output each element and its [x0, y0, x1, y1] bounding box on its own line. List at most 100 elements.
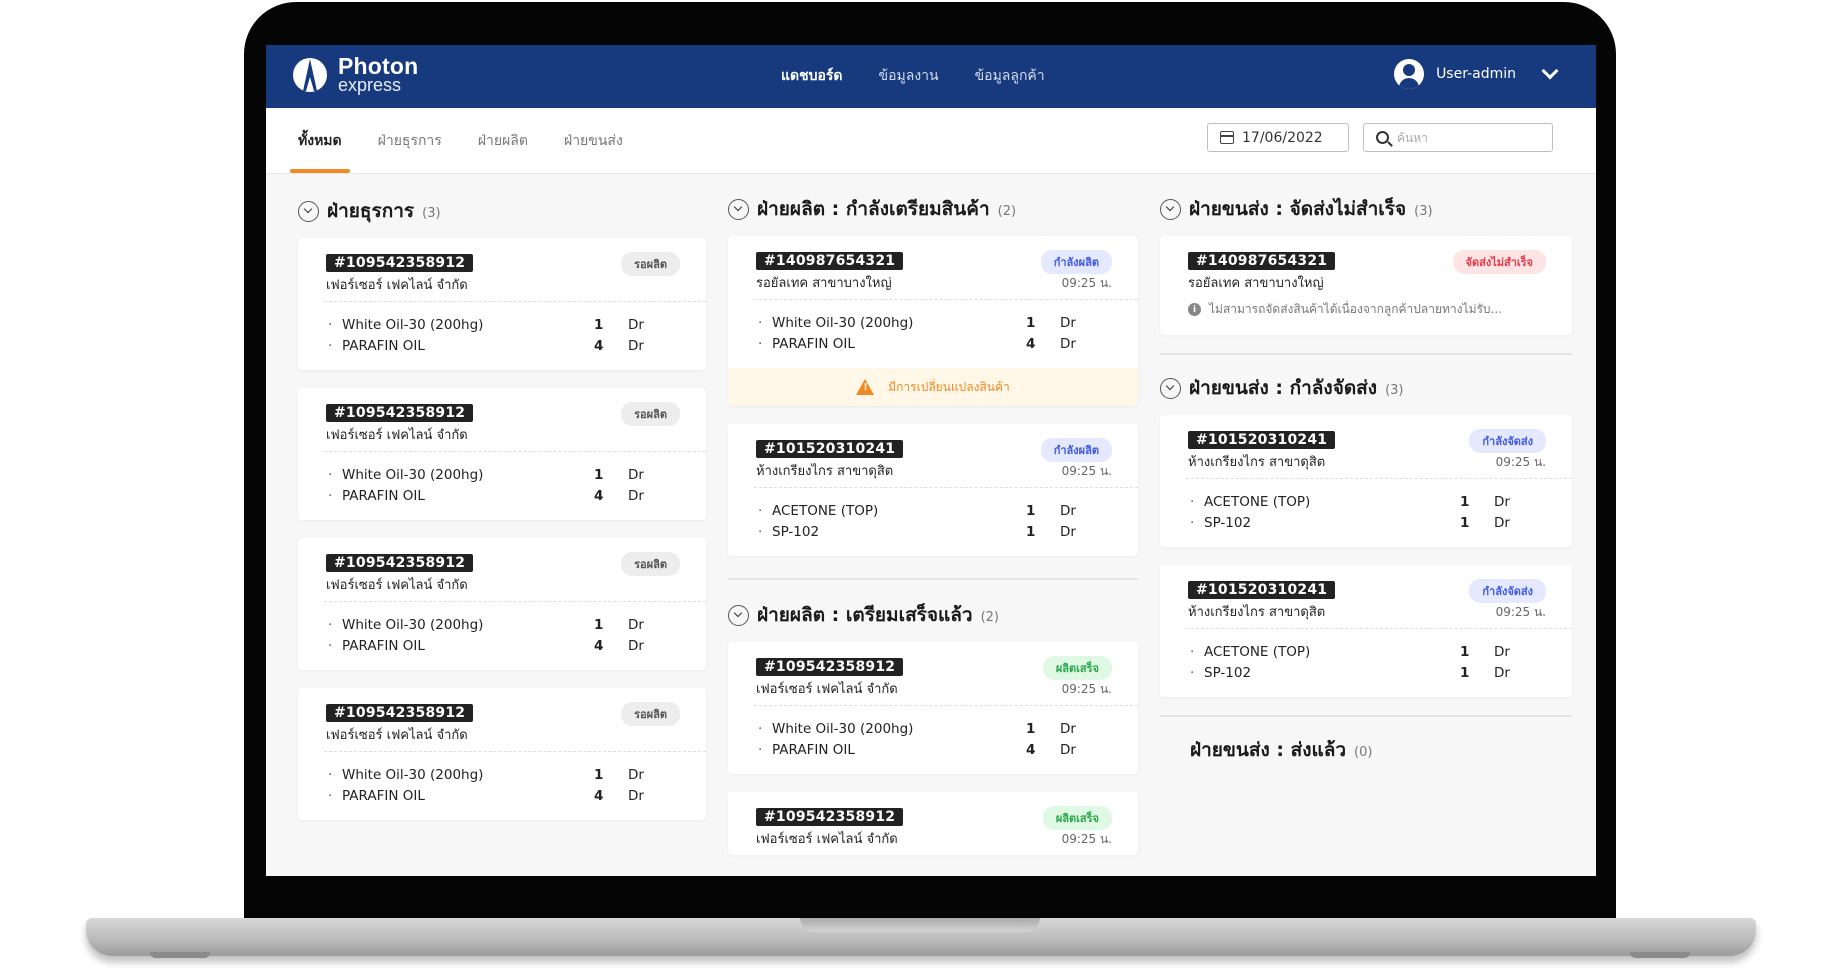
item-unit: Dr: [628, 487, 644, 504]
item-name: PARAFIN OIL: [342, 487, 425, 504]
bullet-icon: ·: [1190, 493, 1195, 510]
chevron-circle-down-icon[interactable]: [1160, 198, 1181, 220]
user-menu[interactable]: User-admin: [1394, 59, 1559, 89]
customer-name: รอยัลเทค สาขาบางใหญ่: [1188, 276, 1324, 291]
tab-all[interactable]: ทั้งหมด: [290, 108, 350, 173]
customer-name: เฟอร์เซอร์ เฟคไลน์ จำกัด: [326, 578, 468, 593]
item-row: · ACETONE (TOP) 1 Dr: [1190, 491, 1544, 512]
section-header[interactable]: ฝ่ายขนส่ง : ส่งแล้ว (0): [1160, 735, 1572, 765]
item-name: PARAFIN OIL: [342, 637, 425, 654]
bullet-icon: ·: [328, 466, 333, 483]
order-card[interactable]: #109542358912 เฟอร์เซอร์ เฟคไลน์ จำกัด รอผ…: [298, 388, 706, 520]
chevron-circle-down-icon[interactable]: [298, 200, 319, 222]
order-card[interactable]: #140987654321 รอยัลเทค สาขาบางใหญ่ กำลังผล…: [728, 236, 1138, 406]
user-name: User-admin: [1436, 66, 1516, 82]
order-card-header: #109542358912 เฟอร์เซอร์ เฟคไลน์ จำกัด รอผ…: [298, 388, 706, 451]
item-unit: Dr: [628, 466, 644, 483]
order-id: #140987654321: [1188, 252, 1336, 270]
order-time: 09:25 น.: [1061, 464, 1112, 478]
item-qty: 4: [594, 487, 604, 504]
item-name: ACETONE (TOP): [772, 502, 879, 519]
item-name: White Oil-30 (200hg): [342, 466, 484, 483]
order-card-header: #101520310241 ห้างเกรียงไกร สาขาดุสิต กำลั…: [1160, 565, 1572, 628]
status-badge: ผลิตเสร็จ: [1042, 806, 1112, 830]
item-qty: 1: [1460, 493, 1470, 510]
nav-link-customers[interactable]: ข้อมูลลูกค้า: [975, 65, 1045, 87]
brand-logo[interactable]: Photon express: [292, 55, 418, 94]
date-picker[interactable]: 17/06/2022: [1207, 123, 1349, 152]
search-box[interactable]: [1363, 123, 1553, 152]
order-card-header: #109542358912 เฟอร์เซอร์ เฟคไลน์ จำกัด รอผ…: [298, 238, 706, 301]
chevron-down-icon[interactable]: [1541, 62, 1559, 80]
nav-link-dashboard[interactable]: แดชบอร์ด: [781, 65, 843, 87]
calendar-icon: [1220, 131, 1234, 144]
section-divider: [1160, 715, 1572, 717]
chevron-circle-down-icon[interactable]: [1160, 377, 1181, 399]
order-card-header: #140987654321 รอยัลเทค สาขาบางใหญ่ กำลังผล…: [728, 236, 1138, 299]
customer-name: เฟอร์เซอร์ เฟคไลน์ จำกัด: [326, 278, 468, 293]
order-card[interactable]: #101520310241 ห้างเกรียงไกร สาขาดุสิต กำลั…: [728, 424, 1138, 556]
order-card[interactable]: #109542358912 เฟอร์เซอร์ เฟคไลน์ จำกัด ผลิ…: [728, 642, 1138, 774]
item-qty: 1: [1026, 314, 1036, 331]
order-id: #101520310241: [1188, 431, 1336, 449]
order-id: #101520310241: [1188, 581, 1336, 599]
bullet-icon: ·: [758, 314, 763, 331]
order-card[interactable]: #109542358912 เฟอร์เซอร์ เฟคไลน์ จำกัด ผลิ…: [728, 792, 1138, 855]
bullet-icon: ·: [758, 502, 763, 519]
order-card[interactable]: #101520310241 ห้างเกรียงไกร สาขาดุสิต กำลั…: [1160, 565, 1572, 697]
order-card[interactable]: #109542358912 เฟอร์เซอร์ เฟคไลน์ จำกัด รอผ…: [298, 688, 706, 820]
tab-admin[interactable]: ฝ่ายธุรการ: [378, 108, 442, 173]
item-row: · ACETONE (TOP) 1 Dr: [758, 500, 1110, 521]
failure-note: i ไม่สามารถจัดส่งสินค้าได้เนื่องจากลูกค้า…: [1160, 294, 1572, 335]
item-row: · White Oil-30 (200hg) 1 Dr: [328, 314, 678, 335]
section-header[interactable]: ฝ่ายขนส่ง : จัดส่งไม่สำเร็จ (3): [1160, 194, 1572, 224]
item-row: · PARAFIN OIL 4 Dr: [328, 485, 678, 506]
order-id: #109542358912: [326, 554, 474, 572]
item-unit: Dr: [1060, 502, 1076, 519]
order-time: 09:25 น.: [1061, 682, 1112, 696]
nav-link-jobs[interactable]: ข้อมูลงาน: [879, 65, 939, 87]
item-row: · SP-102 1 Dr: [1190, 662, 1544, 683]
item-list: · White Oil-30 (200hg) 1 Dr · PARAFIN OIL 4 Dr: [298, 302, 706, 370]
bullet-icon: ·: [328, 787, 333, 804]
item-row: · PARAFIN OIL 4 Dr: [758, 333, 1110, 354]
order-id: #109542358912: [326, 404, 474, 422]
order-card[interactable]: #109542358912 เฟอร์เซอร์ เฟคไลน์ จำกัด รอผ…: [298, 238, 706, 370]
tab-shipping[interactable]: ฝ่ายขนส่ง: [564, 108, 623, 173]
order-time: 09:25 น.: [1495, 455, 1546, 469]
order-card[interactable]: #101520310241 ห้างเกรียงไกร สาขาดุสิต กำลั…: [1160, 415, 1572, 547]
order-id: #109542358912: [756, 658, 904, 676]
section-header[interactable]: ฝ่ายขนส่ง : กำลังจัดส่ง (3): [1160, 373, 1572, 403]
item-unit: Dr: [628, 766, 644, 783]
tab-production[interactable]: ฝ่ายผลิต: [478, 108, 528, 173]
item-list: · ACETONE (TOP) 1 Dr · SP-102 1 Dr: [728, 488, 1138, 556]
item-name: SP-102: [1204, 514, 1252, 531]
item-unit: Dr: [628, 616, 644, 633]
section-header[interactable]: ฝ่ายธุรการ (3): [298, 196, 706, 226]
order-id: #109542358912: [326, 254, 474, 272]
item-name: PARAFIN OIL: [342, 787, 425, 804]
department-tabs: ทั้งหมด ฝ่ายธุรการ ฝ่ายผลิต ฝ่ายขนส่ง: [290, 108, 623, 173]
section-header[interactable]: ฝ่ายผลิต : กำลังเตรียมสินค้า (2): [728, 194, 1138, 224]
section-header[interactable]: ฝ่ายผลิต : เตรียมเสร็จแล้ว (2): [728, 600, 1138, 630]
section-count: (3): [422, 205, 441, 221]
chevron-circle-down-icon[interactable]: [728, 198, 749, 220]
item-row: · PARAFIN OIL 4 Dr: [328, 635, 678, 656]
item-qty: 4: [594, 787, 604, 804]
chevron-circle-down-icon[interactable]: [728, 604, 749, 626]
item-row: · ACETONE (TOP) 1 Dr: [1190, 641, 1544, 662]
item-unit: Dr: [1494, 664, 1510, 681]
item-qty: 1: [594, 766, 604, 783]
order-card[interactable]: #140987654321 รอยัลเทค สาขาบางใหญ่ จัดส่งไ…: [1160, 236, 1572, 335]
search-input[interactable]: [1397, 130, 1537, 145]
item-row: · PARAFIN OIL 4 Dr: [328, 335, 678, 356]
app-screen: Photon express แดชบอร์ด ข้อมูลงาน ข้อมูล…: [266, 45, 1596, 876]
section-divider: [1160, 353, 1572, 355]
item-unit: Dr: [1060, 720, 1076, 737]
item-qty: 1: [1026, 523, 1036, 540]
order-card[interactable]: #109542358912 เฟอร์เซอร์ เฟคไลน์ จำกัด รอผ…: [298, 538, 706, 670]
order-card-header: #109542358912 เฟอร์เซอร์ เฟคไลน์ จำกัด รอผ…: [298, 688, 706, 751]
item-qty: 1: [594, 616, 604, 633]
status-badge: จัดส่งไม่สำเร็จ: [1452, 250, 1546, 274]
order-id: #109542358912: [756, 808, 904, 826]
